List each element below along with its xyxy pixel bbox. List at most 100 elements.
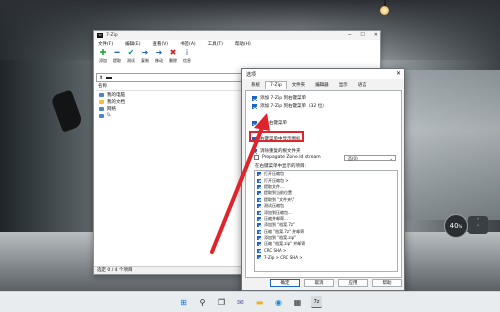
option-checkbox[interactable] (252, 120, 257, 126)
speed-meter-unit: % (458, 224, 463, 229)
dialog-title: 选项 (246, 71, 257, 78)
toolbar-button-label: 复制 (141, 58, 149, 63)
context-item-checkbox[interactable] (257, 204, 261, 209)
toolbar-button[interactable]: i 信息 (181, 48, 193, 64)
speed-meter-value: 40 (449, 222, 459, 230)
toolbar-button[interactable]: ✔ 测试 (125, 48, 137, 64)
toolbar-button-label: 信息 (183, 58, 191, 63)
list-item-name: 我的电脑 (107, 92, 125, 98)
window-title: 7-Zip (106, 33, 118, 38)
context-item-label: 测试压缩包 (264, 203, 284, 209)
tab-item[interactable]: 文件夹 (287, 81, 311, 89)
menu-item[interactable]: 文件(F) (98, 41, 113, 47)
zone-id-select-value: 否(0) (348, 156, 358, 161)
tab-item[interactable]: 7-Zip (265, 81, 287, 89)
context-item-label: 添加到 "档案.7z" (264, 222, 295, 228)
option-row[interactable]: 添加 7-Zip 到右键菜单 (252, 95, 306, 101)
toolbar-button[interactable]: ✖ 删除 (167, 48, 179, 64)
toolbar-button[interactable]: ━ 提取 (111, 48, 123, 64)
store-icon[interactable]: ▦ (292, 297, 303, 308)
minimize-icon[interactable]: ─ (348, 32, 351, 38)
7zip-taskbar-icon[interactable]: 7z (311, 296, 322, 308)
option-label: Propagate Zone.Id stream (262, 155, 321, 160)
copy-icon: ➜ (141, 48, 149, 57)
dialog-titlebar[interactable]: 选项 ✕ (242, 69, 404, 79)
context-item-checkbox[interactable] (257, 178, 261, 183)
option-label: 添加 7-Zip 到右键菜单 (260, 96, 307, 101)
option-checkbox[interactable] (254, 155, 259, 160)
speed-meter-badge[interactable]: 40% (444, 214, 468, 238)
menu-item[interactable]: 书签(A) (180, 41, 196, 47)
option-checkbox[interactable] (252, 95, 257, 101)
option-row[interactable]: 层叠右键菜单 (252, 120, 287, 126)
folder-icon (99, 92, 104, 97)
context-item-checkbox[interactable] (257, 248, 261, 253)
context-item-checkbox[interactable] (257, 210, 261, 215)
menu-item[interactable]: 帮助(H) (235, 41, 251, 47)
windows-start-icon[interactable]: ⊞ (178, 297, 189, 308)
option-label: 层叠右键菜单 (260, 121, 287, 126)
delete-icon: ✖ (169, 48, 177, 57)
context-item-label: 提取到 "文件夹\" (264, 196, 295, 202)
task-view-icon[interactable]: ❐ (216, 297, 227, 308)
file-explorer-icon[interactable]: ▬ (254, 297, 265, 308)
toolbar: ✚ 添加 ━ 提取 ✔ 测试 ➜ 复制 ➜ 移动 ✖ 删除 i 信息 (94, 48, 380, 66)
up-folder-icon[interactable]: ⬆ (99, 75, 103, 81)
cancel-button[interactable]: 取消 (304, 279, 334, 287)
edge-browser-icon[interactable]: ◉ (273, 297, 284, 308)
tab-item[interactable]: 系统 (246, 81, 265, 89)
context-item-checkbox[interactable] (257, 236, 261, 241)
context-item-label: 提取到当前位置 (264, 190, 292, 196)
context-item-label: CRC SHA > (264, 248, 287, 254)
add-icon: ✚ (99, 48, 107, 57)
context-item-checkbox[interactable] (257, 197, 261, 202)
menu-item[interactable]: 编辑(E) (125, 41, 140, 47)
help-button[interactable]: 帮助 (372, 279, 402, 287)
info-icon: i (185, 48, 189, 57)
context-item-checkbox[interactable] (257, 216, 261, 221)
context-item-checkbox[interactable] (257, 229, 261, 234)
speed-meter-side-panel: ↑ ↓ (468, 216, 488, 234)
option-row[interactable]: Propagate Zone.Id stream (254, 155, 321, 160)
address-input[interactable] (106, 76, 113, 79)
wallpaper-train-window (400, 70, 500, 220)
tab-item[interactable]: 编辑器 (310, 81, 334, 89)
option-label: 添加 7-Zip 到右键菜单（32 位） (260, 104, 327, 109)
context-menu-item[interactable]: 7-Zip > CRC SHA > (255, 254, 397, 260)
toolbar-button[interactable]: ✚ 添加 (97, 48, 109, 64)
context-item-checkbox[interactable] (257, 184, 261, 189)
7zip-titlebar[interactable]: 7z 7-Zip ─ ☐ ✕ (94, 31, 380, 40)
option-row[interactable]: 消除重复的根文件夹 (252, 148, 301, 154)
zone-id-select[interactable]: 否(0) ⌄ (344, 155, 396, 161)
list-item-name: 网络 (107, 106, 116, 112)
highlight-box (249, 131, 304, 142)
apply-button[interactable]: 应用 (338, 279, 368, 287)
context-item-checkbox[interactable] (257, 191, 261, 196)
chat-icon[interactable]: ✉ (235, 297, 246, 308)
context-item-checkbox[interactable] (257, 255, 261, 260)
context-item-checkbox[interactable] (257, 242, 261, 247)
dialog-close-icon[interactable]: ✕ (396, 70, 401, 77)
maximize-icon[interactable]: ☐ (360, 32, 364, 38)
toolbar-button[interactable]: ➜ 移动 (153, 48, 165, 64)
search-icon[interactable]: ⚲ (197, 297, 208, 308)
option-row[interactable]: 添加 7-Zip 到右键菜单（32 位） (252, 103, 327, 109)
menu-item[interactable]: 工具(T) (208, 41, 223, 47)
context-item-checkbox[interactable] (257, 172, 261, 177)
context-menu-items-list: 打开压缩包 打开压缩包 > 提取文件... 提取到当前位置 提取到 "文件夹\" 测试压缩… (254, 170, 398, 272)
option-checkbox[interactable] (252, 148, 257, 154)
toolbar-button[interactable]: ➜ 复制 (139, 48, 151, 64)
ok-button[interactable]: 确定 (270, 279, 300, 287)
folder-icon (99, 113, 104, 118)
close-icon[interactable]: ✕ (374, 32, 378, 38)
context-item-label: 7-Zip > CRC SHA > (264, 254, 303, 260)
context-item-checkbox[interactable] (257, 223, 261, 228)
list-item-name: 我的文档 (107, 99, 125, 105)
tab-item[interactable]: 显示 (334, 81, 353, 89)
chevron-down-icon: ⌄ (389, 156, 393, 161)
tab-item[interactable]: 语言 (353, 81, 372, 89)
option-checkbox[interactable] (252, 103, 257, 109)
wallpaper-lamp (380, 6, 389, 15)
toolbar-button-label: 删除 (169, 58, 177, 63)
menu-item[interactable]: 查看(V) (152, 41, 168, 47)
